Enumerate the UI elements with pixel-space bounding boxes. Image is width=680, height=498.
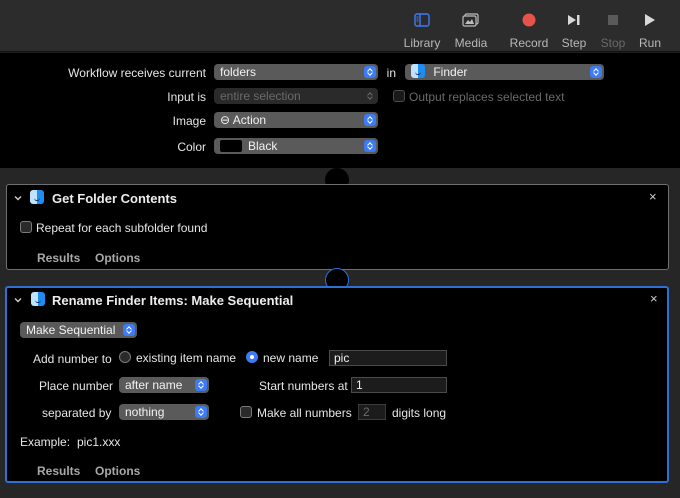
media-icon — [446, 10, 496, 30]
input-is-label: Input is — [167, 90, 206, 104]
library-label: Library — [403, 36, 441, 50]
media-label: Media — [454, 36, 488, 50]
example-value: pic1.xxx — [77, 435, 121, 449]
library-icon — [397, 10, 447, 30]
run-label: Run — [638, 36, 661, 50]
run-button[interactable]: Run — [625, 10, 675, 50]
start-numbers-field[interactable]: 1 — [351, 377, 447, 393]
new-name-radio[interactable] — [246, 351, 258, 363]
application-popup[interactable]: Finder — [405, 64, 604, 80]
existing-item-radio[interactable] — [119, 351, 131, 363]
finder-icon — [411, 64, 425, 78]
popup-arrows-icon — [195, 406, 207, 418]
disclosure-chevron-icon[interactable] — [14, 194, 22, 202]
output-replaces-checkbox[interactable] — [393, 90, 405, 102]
color-value: Black — [248, 139, 278, 153]
image-popup[interactable]: ⊖ Action — [214, 112, 378, 128]
separated-by-popup[interactable]: nothing — [119, 404, 209, 420]
image-value: ⊖ Action — [220, 113, 267, 127]
image-label: Image — [172, 114, 206, 128]
popup-arrows-icon — [364, 90, 376, 102]
results-tab[interactable]: Results — [37, 251, 80, 265]
record-button[interactable]: Record — [504, 10, 554, 50]
popup-arrows-icon — [364, 66, 376, 78]
options-tab[interactable]: Options — [95, 251, 140, 265]
receives-value: folders — [220, 65, 257, 79]
separated-by-label: separated by — [42, 406, 112, 420]
place-number-value: after name — [125, 378, 183, 392]
in-label: in — [386, 66, 396, 80]
action-title: Get Folder Contents — [52, 191, 177, 206]
popup-arrows-icon — [364, 140, 376, 152]
record-label: Record — [509, 36, 549, 50]
make-all-numbers-checkbox[interactable] — [240, 406, 252, 418]
color-label: Color — [177, 140, 206, 154]
popup-arrows-icon — [195, 379, 207, 391]
repeat-subfolders-label: Repeat for each subfolder found — [36, 221, 208, 235]
media-button[interactable]: Media — [446, 10, 496, 50]
workflow-header: Workflow receives current folders in Fin… — [0, 53, 680, 168]
make-all-numbers-label: Make all numbers — [257, 406, 352, 420]
place-number-popup[interactable]: after name — [119, 377, 209, 393]
add-number-label: Add number to — [33, 352, 112, 366]
results-tab[interactable]: Results — [37, 464, 80, 478]
popup-arrows-icon — [590, 66, 602, 78]
example-label: Example: — [20, 435, 71, 449]
digits-field[interactable]: 2 — [358, 404, 386, 420]
toolbar: Library Media Record Step Stop Run — [0, 0, 680, 52]
play-icon — [625, 10, 675, 30]
color-popup[interactable]: Black — [214, 138, 378, 154]
repeat-subfolders-checkbox[interactable] — [20, 221, 32, 233]
existing-item-label: existing item name — [136, 351, 237, 365]
digits-long-label: digits long — [392, 406, 447, 420]
popup-arrows-icon — [123, 324, 135, 336]
library-button[interactable]: Library — [397, 10, 447, 50]
close-icon[interactable]: × — [649, 189, 657, 204]
receives-label: Workflow receives current — [68, 66, 206, 80]
action-title: Rename Finder Items: Make Sequential — [52, 293, 294, 308]
record-icon — [504, 10, 554, 30]
input-is-popup[interactable]: entire selection — [214, 88, 378, 104]
close-icon[interactable]: × — [650, 291, 658, 306]
place-number-label: Place number — [39, 379, 114, 393]
disclosure-chevron-icon[interactable] — [14, 296, 22, 304]
input-is-value: entire selection — [220, 89, 301, 103]
new-name-field[interactable]: pic — [329, 350, 447, 366]
color-swatch — [220, 140, 242, 152]
options-tab[interactable]: Options — [95, 464, 140, 478]
receives-popup[interactable]: folders — [214, 64, 378, 80]
output-replaces-label: Output replaces selected text — [409, 90, 565, 104]
separated-by-value: nothing — [125, 405, 165, 419]
action-get-folder-contents[interactable]: Get Folder Contents × Repeat for each su… — [6, 184, 669, 270]
application-value: Finder — [433, 65, 468, 79]
rename-mode-value: Make Sequential — [26, 323, 116, 337]
new-name-label: new name — [263, 351, 319, 365]
rename-mode-popup[interactable]: Make Sequential — [20, 322, 137, 338]
finder-icon — [31, 292, 45, 306]
finder-icon — [30, 190, 44, 204]
popup-arrows-icon — [364, 114, 376, 126]
start-numbers-label: Start numbers at — [259, 379, 348, 393]
action-rename-finder-items[interactable]: Rename Finder Items: Make Sequential × M… — [5, 286, 669, 483]
